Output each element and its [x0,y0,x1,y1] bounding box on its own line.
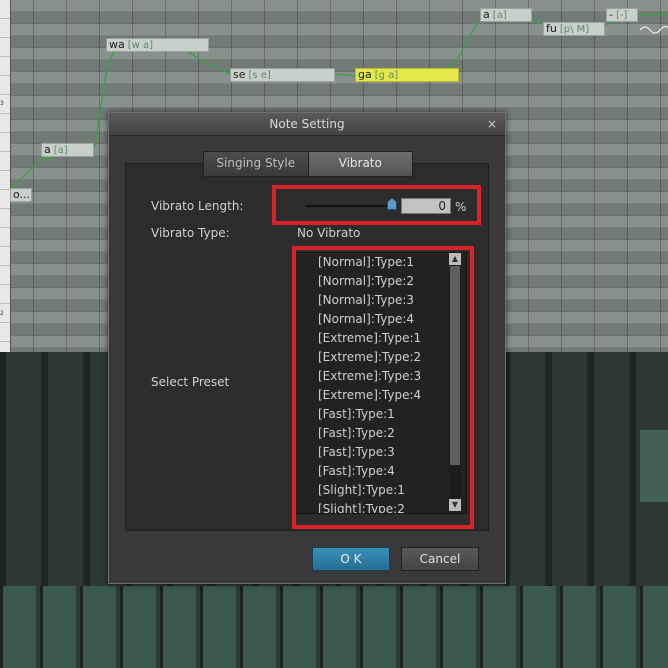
vibrato-length-label: Vibrato Length: [151,199,244,213]
note-se[interactable]: se [s e] [230,68,335,82]
cancel-button[interactable]: Cancel [401,547,479,571]
note-setting-dialog: Note Setting × Singing Style Vibrato Vib… [108,112,506,584]
track-block[interactable] [640,430,668,502]
close-icon[interactable]: × [487,113,497,135]
tab-singing-style[interactable]: Singing Style [204,152,309,176]
dialog-tabs: Singing Style Vibrato [203,151,413,177]
vibrato-type-value: No Vibrato [297,226,361,240]
key-marker: 2 [0,310,4,317]
highlight-box-presets [292,246,474,529]
select-preset-label: Select Preset [151,375,230,389]
track-lane [0,586,668,668]
dialog-titlebar[interactable]: Note Setting × [109,113,505,136]
note-a-top[interactable]: a [a] [480,8,532,22]
vibrato-type-label: Vibrato Type: [151,226,230,240]
highlight-box-length [272,185,481,225]
dialog-title: Note Setting [269,117,345,131]
note-ga-selected[interactable]: ga [g a] [355,68,459,82]
note-a-left[interactable]: a [a] [41,143,94,157]
note-fu[interactable]: fu [p\ M] [543,22,605,36]
note-o[interactable]: o... [10,188,32,202]
note-wa[interactable]: wa [w a] [106,38,209,52]
note-dash[interactable]: - [-] [606,8,638,22]
ok-button[interactable]: O K [312,547,390,571]
tab-vibrato[interactable]: Vibrato [308,152,412,176]
